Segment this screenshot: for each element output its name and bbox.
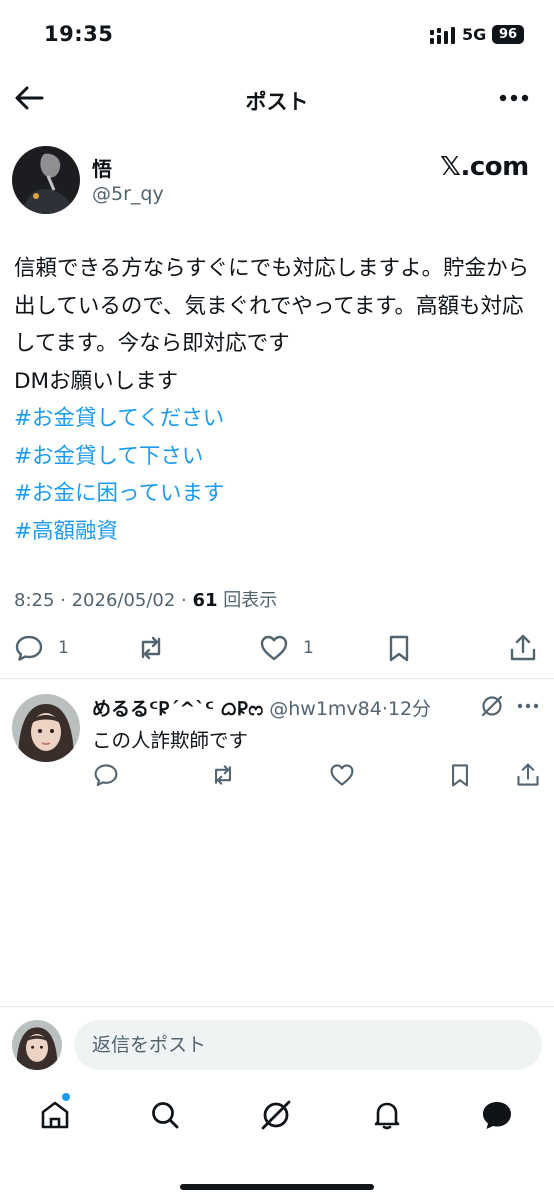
divider	[0, 678, 554, 679]
more-horizontal-icon	[499, 94, 529, 102]
post-body: 信頼できる方ならすぐにでも対応しますよ。貯金から出しているので、気まぐれでやって…	[14, 250, 544, 550]
home-indicator	[180, 1184, 374, 1190]
compose-avatar	[12, 1020, 62, 1070]
hashtag-link[interactable]: #お金貸してください	[14, 400, 544, 438]
post-timestamp[interactable]: 8:25 · 2026/05/02 ·	[14, 590, 193, 611]
heart-icon	[260, 635, 288, 661]
like-button[interactable]: 1	[259, 632, 314, 664]
hashtag-link[interactable]: #お金貸して下さい	[14, 438, 544, 476]
reply-share-button[interactable]	[515, 762, 543, 790]
tab-notifications[interactable]	[370, 1098, 406, 1134]
reply-icon	[15, 635, 43, 661]
reply-avatar[interactable]	[12, 694, 80, 762]
avatar-image	[12, 146, 80, 214]
bookmark-button[interactable]	[384, 632, 414, 664]
grok-button[interactable]	[480, 694, 504, 718]
tab-grok[interactable]	[259, 1098, 295, 1134]
reply-button[interactable]: 1	[14, 632, 69, 664]
hashtag-link[interactable]: #高額融資	[14, 513, 544, 551]
post-header: ポスト	[0, 74, 554, 122]
reply-text: この人詐欺師です	[92, 729, 249, 752]
post-text-line: DMお願いします	[14, 368, 179, 394]
reply-repost-button[interactable]	[210, 762, 238, 790]
like-count: 1	[303, 638, 314, 658]
divider	[0, 1006, 554, 1007]
notification-dot	[62, 1093, 70, 1101]
reply-author-name[interactable]: めるるᑦ𐊯ˊ^ˋᑦ ᜊ𐊯ᦂ	[92, 698, 263, 720]
reply-action-bar	[0, 760, 554, 792]
xcom-source-label: 𝕏.com	[440, 152, 529, 182]
repost-button[interactable]	[136, 632, 166, 664]
view-count: 61	[192, 590, 218, 611]
messages-icon	[483, 1102, 511, 1129]
tab-search[interactable]	[148, 1098, 184, 1134]
grok-icon	[261, 1100, 291, 1130]
reply-author-handle[interactable]: @hw1mv84	[269, 698, 382, 720]
signal-icon	[430, 27, 455, 44]
status-time: 19:35	[44, 22, 114, 46]
reply-compose-input[interactable]: 返信をポスト	[74, 1020, 542, 1070]
more-options-button[interactable]	[496, 84, 532, 112]
post-action-bar: 1 1	[0, 626, 554, 670]
share-icon	[510, 634, 536, 661]
battery-icon: 96	[492, 25, 524, 44]
home-icon	[41, 1101, 69, 1129]
post-text-line: 信頼できる方ならすぐにでも対応しますよ。貯金から出しているので、気まぐれでやって…	[14, 256, 530, 356]
bottom-tab-bar	[0, 1090, 554, 1146]
network-label: 5G	[462, 25, 487, 44]
grok-icon	[481, 695, 503, 717]
view-label: 回表示	[217, 590, 278, 611]
reply-header: めるるᑦ𐊯ˊ^ˋᑦ ᜊ𐊯ᦂ @hw1mv84·12分	[92, 694, 431, 721]
reply-like-button[interactable]	[329, 762, 357, 790]
status-bar: 19:35 5G 96	[0, 0, 554, 70]
tab-messages[interactable]	[480, 1098, 516, 1134]
author-name[interactable]: 悟	[92, 153, 112, 182]
avatar-image	[12, 694, 80, 762]
reply-icon	[94, 764, 118, 787]
tab-home[interactable]	[38, 1098, 74, 1134]
reply-reply-button[interactable]	[93, 762, 121, 790]
post-meta: 8:25 · 2026/05/02 · 61 回表示	[14, 586, 277, 612]
avatar-image	[12, 1020, 62, 1070]
reply-more-button[interactable]	[516, 698, 540, 714]
bookmark-icon	[452, 764, 468, 787]
heart-icon	[330, 764, 354, 786]
more-horizontal-icon	[517, 703, 539, 709]
hashtag-link[interactable]: #お金に困っています	[14, 475, 544, 513]
repost-icon	[215, 765, 231, 785]
search-icon	[152, 1102, 179, 1129]
author-avatar[interactable]	[12, 146, 80, 214]
notifications-icon	[374, 1102, 400, 1130]
reply-bookmark-button[interactable]	[447, 762, 475, 790]
author-handle[interactable]: @5r_qy	[92, 183, 164, 205]
share-icon	[517, 763, 539, 786]
share-button[interactable]	[508, 632, 538, 664]
reply-time: ·12分	[381, 698, 432, 720]
page-title: ポスト	[245, 90, 309, 114]
reply-count: 1	[58, 638, 69, 658]
repost-icon	[141, 636, 161, 660]
bookmark-icon	[389, 635, 409, 662]
